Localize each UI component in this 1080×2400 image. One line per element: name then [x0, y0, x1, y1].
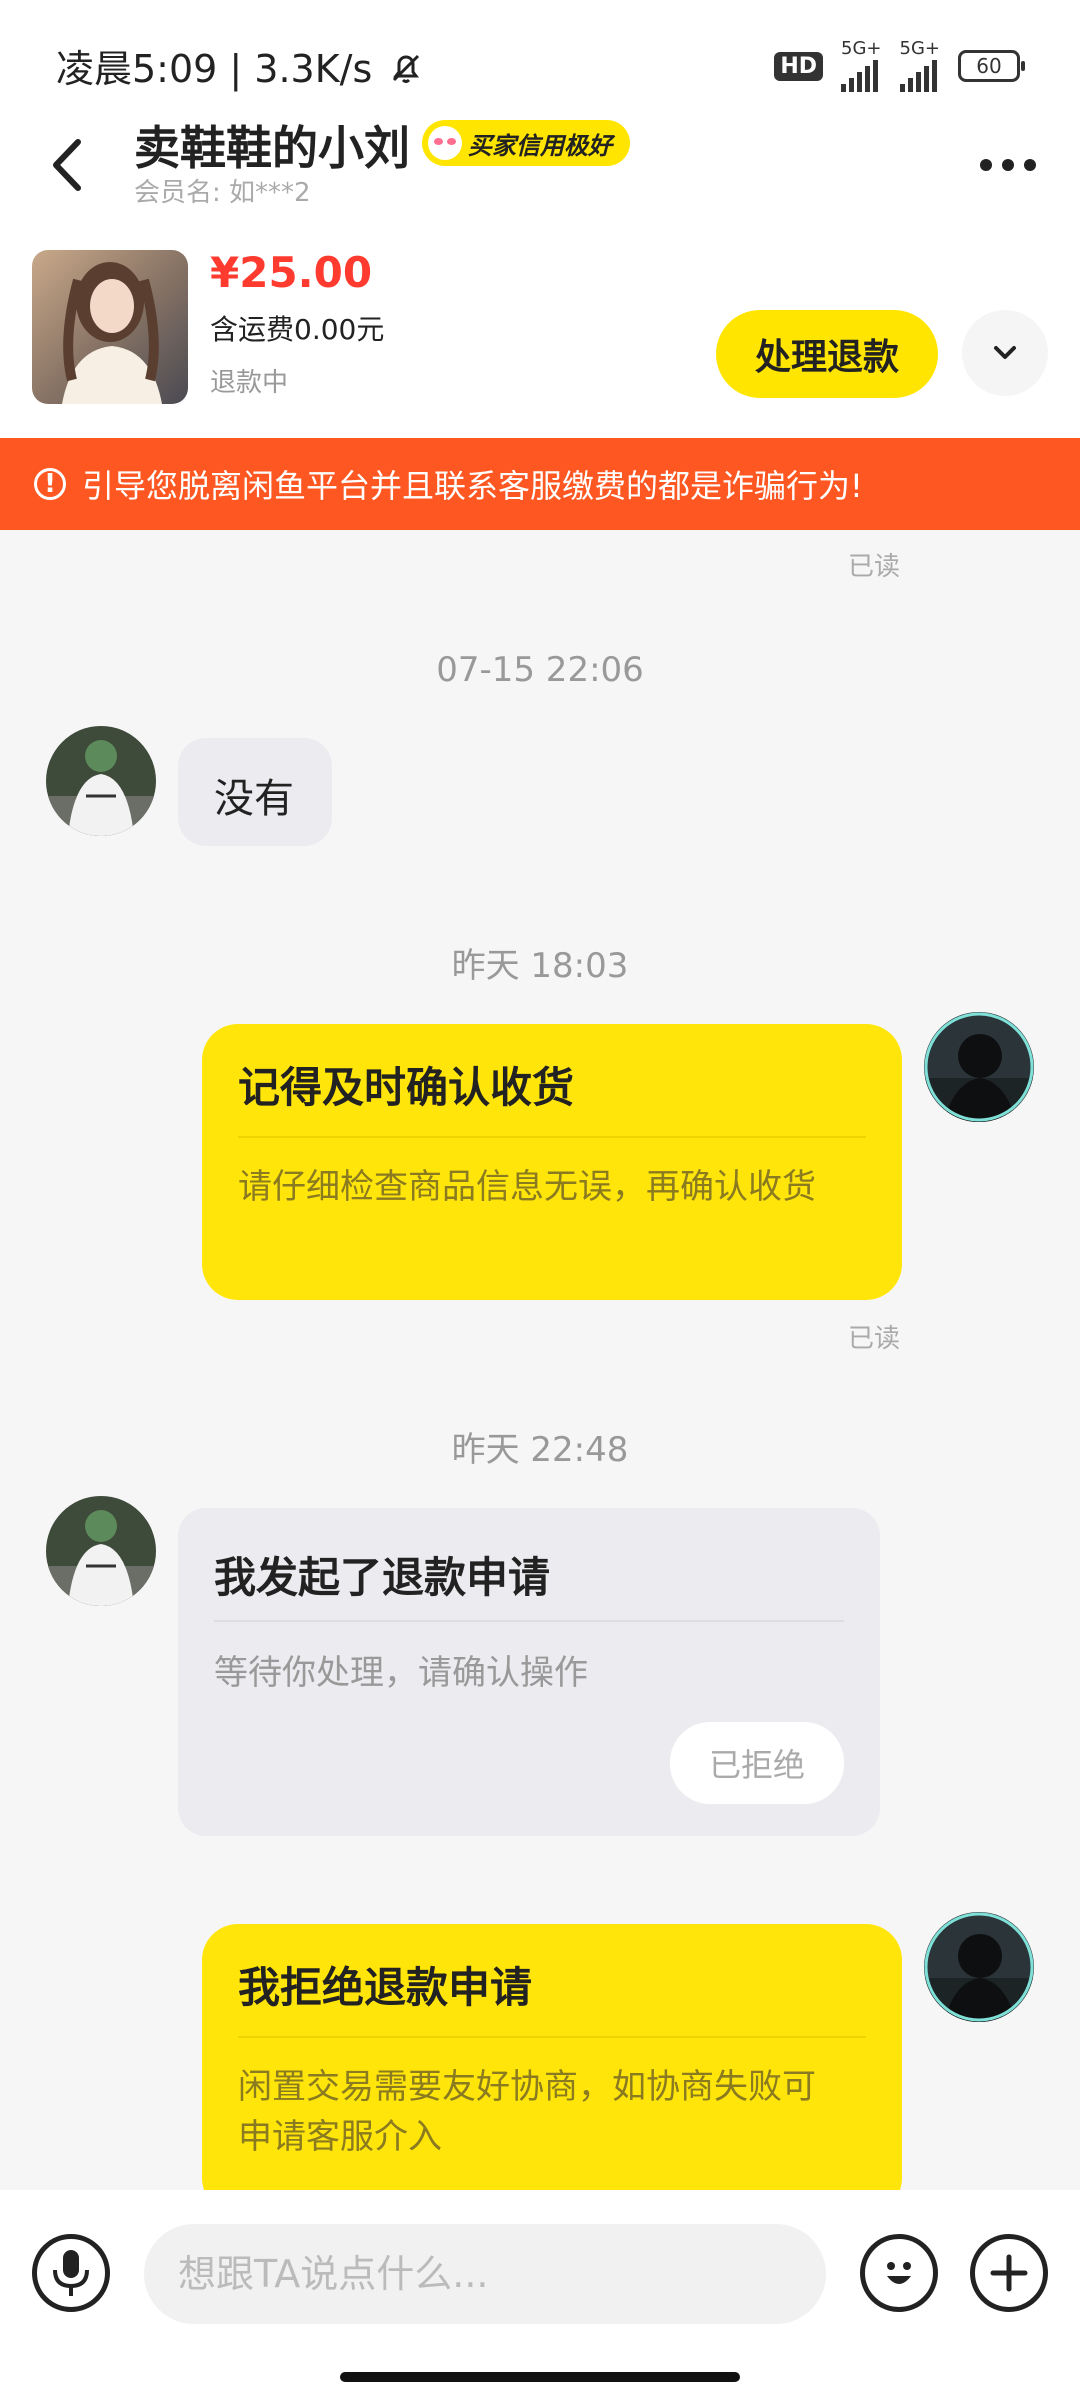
voice-button[interactable]: [32, 2234, 110, 2312]
message-composer: [0, 2190, 1080, 2400]
message-input[interactable]: [144, 2224, 826, 2324]
microphone-icon: [53, 2250, 89, 2296]
avatar-self[interactable]: [924, 1012, 1034, 1122]
status-bar: 凌晨5:09 | 3.3K/s HD 5G+ 5G+ 60: [0, 0, 1080, 120]
signal-2: 5G+: [899, 38, 940, 92]
product-price: ¥25.00: [210, 248, 373, 297]
card-divider: [214, 1620, 844, 1622]
card-title: 我发起了退款申请: [214, 1553, 551, 1602]
card-description: 闲置交易需要友好协商，如协商失败可申请客服介入: [238, 2067, 816, 2157]
signal-1: 5G+: [841, 38, 882, 92]
status-icons: HD 5G+ 5G+ 60: [774, 38, 1025, 92]
rejected-status-pill: 已拒绝: [670, 1722, 844, 1804]
confirm-receipt-card[interactable]: 记得及时确认收货 请仔细检查商品信息无误，再确认收货: [202, 1024, 902, 1300]
status-time: 凌晨5:09 | 3.3K/s: [56, 38, 424, 93]
card-divider: [238, 2036, 866, 2038]
home-indicator[interactable]: [340, 2372, 740, 2382]
back-arrow-icon[interactable]: [44, 130, 94, 200]
timestamp: 昨天 18:03: [451, 946, 629, 986]
refund-request-card[interactable]: 我发起了退款申请 等待你处理，请确认操作 已拒绝: [178, 1508, 880, 1836]
shipping-fee: 含运费0.00元: [210, 313, 385, 346]
add-attachment-button[interactable]: [970, 2234, 1048, 2312]
network-label-2: 5G+: [899, 38, 940, 59]
avatar-other[interactable]: [46, 1496, 156, 1606]
fraud-warning-text: 引导您脱离闲鱼平台并且联系客服缴费的都是诈骗行为!: [82, 467, 863, 505]
mute-bell-icon: [393, 54, 420, 83]
battery-icon: 60: [958, 50, 1025, 82]
more-options-icon[interactable]: [980, 150, 1040, 180]
hd-icon: HD: [774, 51, 824, 81]
avatar-other[interactable]: [46, 726, 156, 836]
message-bubble[interactable]: 没有: [178, 738, 332, 846]
card-description: 请仔细检查商品信息无误，再确认收货: [238, 1167, 816, 1207]
refund-rejected-card[interactable]: 我拒绝退款申请 闲置交易需要友好协商，如协商失败可申请客服介入: [202, 1924, 902, 2214]
signal-bars-icon: [899, 58, 937, 92]
card-divider: [238, 1136, 866, 1138]
product-thumbnail[interactable]: [32, 250, 188, 404]
expand-button[interactable]: [962, 310, 1048, 396]
signal-bars-icon: [841, 58, 879, 92]
badge-face-icon: [428, 126, 462, 160]
card-title: 记得及时确认收货: [238, 1063, 575, 1112]
credit-badge-label: 买家信用极好: [468, 131, 612, 160]
contact-name[interactable]: 卖鞋鞋的小刘: [134, 112, 410, 178]
product-bar[interactable]: ¥25.00 含运费0.00元 退款中 处理退款: [0, 240, 1080, 420]
credit-badge[interactable]: 买家信用极好: [422, 120, 630, 166]
status-time-text: 凌晨5:09 | 3.3K/s: [56, 47, 373, 91]
chat-header: 卖鞋鞋的小刘 买家信用极好 会员名: 如***2: [0, 110, 1080, 220]
read-receipt: 已读: [848, 1324, 901, 1354]
chevron-down-icon: [994, 346, 1016, 359]
emoji-button[interactable]: [860, 2234, 938, 2312]
refund-status: 退款中: [210, 368, 289, 398]
timestamp: 昨天 22:48: [451, 1430, 629, 1470]
fraud-warning-banner: ! 引导您脱离闲鱼平台并且联系客服缴费的都是诈骗行为!: [0, 438, 1080, 530]
timestamp: 07-15 22:06: [436, 650, 644, 690]
message-text: 没有: [214, 776, 294, 822]
emoji-icon: [887, 2262, 911, 2284]
member-name: 会员名: 如***2: [134, 178, 311, 208]
card-title: 我拒绝退款申请: [238, 1963, 533, 2012]
avatar-self[interactable]: [924, 1912, 1034, 2022]
network-label-1: 5G+: [841, 38, 882, 59]
warning-icon: !: [34, 468, 66, 500]
handle-refund-button[interactable]: 处理退款: [716, 310, 938, 398]
card-description: 等待你处理，请确认操作: [214, 1653, 588, 1693]
read-receipt: 已读: [848, 552, 901, 582]
plus-icon: [990, 2254, 1028, 2292]
